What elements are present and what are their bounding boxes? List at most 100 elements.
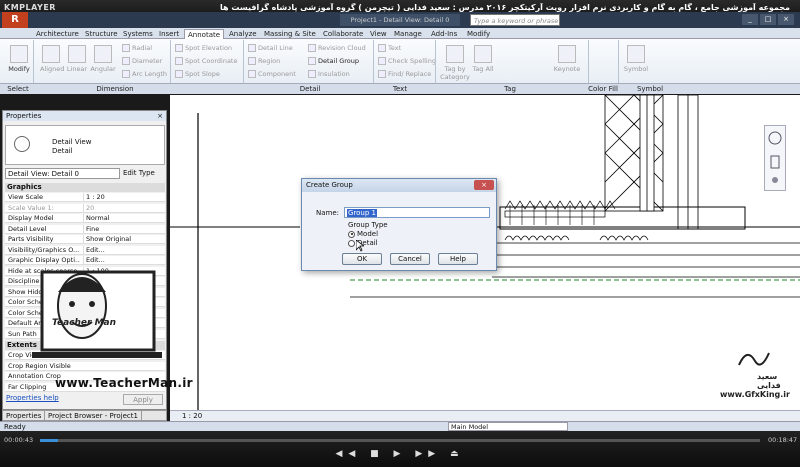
dialog-close-button[interactable]: × <box>474 180 494 190</box>
spot-coordinate-button[interactable]: Spot Coordinate <box>175 57 237 65</box>
tab-add-ins[interactable]: Add-Ins <box>428 29 460 39</box>
modify-button[interactable]: Modify <box>8 45 30 73</box>
check-spelling-button[interactable]: Check Spelling <box>378 57 436 65</box>
find-replace-icon <box>378 70 386 78</box>
tag-by-category-button[interactable]: Tag by Category <box>440 45 470 81</box>
property-row[interactable]: View Scale 1 : 20 <box>5 193 165 203</box>
panel-dimension[interactable]: Dimension <box>80 84 150 95</box>
panel-text[interactable]: Text <box>385 84 415 95</box>
spot-elevation-button[interactable]: Spot Elevation <box>175 44 232 52</box>
search-input[interactable]: Type a keyword or phrase <box>470 14 560 26</box>
tab-massing-site[interactable]: Massing & Site <box>261 29 319 39</box>
tab-collaborate[interactable]: Collaborate <box>320 29 366 39</box>
tab-modify[interactable]: Modify <box>464 29 493 39</box>
panel-color-fill: Color Fill <box>588 85 618 93</box>
property-row[interactable]: Scale Value 1: 20 <box>5 203 165 213</box>
revision-cloud-button[interactable]: Revision Cloud <box>308 44 366 52</box>
application-menu-button[interactable]: R <box>2 12 28 28</box>
angular-dimension-button[interactable]: Angular <box>90 45 116 73</box>
view-scale-label[interactable]: 1 : 20 <box>182 412 202 420</box>
component-button[interactable]: Component <box>248 70 296 78</box>
region-button[interactable]: Region <box>248 57 280 65</box>
tag-icon <box>446 45 464 63</box>
spot-coordinate-icon <box>175 57 183 65</box>
playback-buttons[interactable]: ◀◀ ■ ▶ ▶▶ ⏏ <box>330 449 470 463</box>
radio-selected-icon <box>348 230 355 238</box>
edit-type-button[interactable]: Edit Type <box>123 168 165 179</box>
main-model-selector[interactable]: Main Model <box>448 422 568 431</box>
radial-button[interactable]: Radial <box>122 44 152 52</box>
panel-select[interactable]: Select <box>4 84 32 95</box>
detail-view-icon <box>14 136 30 152</box>
diameter-button[interactable]: Diameter <box>122 57 162 65</box>
type-family: Detail View <box>52 138 92 146</box>
detail-line-button[interactable]: Detail Line <box>248 44 293 52</box>
linear-dimension-icon <box>68 45 86 63</box>
tab-analyze[interactable]: Analyze <box>226 29 260 39</box>
insulation-button[interactable]: Insulation <box>308 70 350 78</box>
close-window-button[interactable]: × <box>778 14 794 25</box>
panel-tag[interactable]: Tag <box>490 84 530 95</box>
symbol-icon <box>627 45 645 63</box>
tab-manage[interactable]: Manage <box>391 29 425 39</box>
minimize-button[interactable]: _ <box>742 14 758 25</box>
property-row[interactable]: Detail Level Fine <box>5 224 165 234</box>
diameter-label: Diameter <box>132 57 163 65</box>
cursor-icon <box>10 45 28 63</box>
property-row[interactable]: Display Model Normal <box>5 214 165 224</box>
seek-progress <box>40 439 58 442</box>
property-value[interactable]: Normal <box>83 214 163 223</box>
region-label: Region <box>258 57 281 65</box>
tab-architecture[interactable]: Architecture <box>33 29 82 39</box>
create-group-dialog: Create Group × Name: Group 1 Group Type … <box>301 178 497 271</box>
spot-slope-button[interactable]: Spot Slope <box>175 70 220 78</box>
help-button[interactable]: Help <box>438 253 478 265</box>
keynote-button[interactable]: Keynote <box>552 45 582 73</box>
component-icon <box>248 70 256 78</box>
cancel-button[interactable]: Cancel <box>390 253 430 265</box>
property-row[interactable]: Parts Visibility Show Original <box>5 235 165 245</box>
group-graphics[interactable]: Graphics <box>5 183 165 192</box>
tab-view[interactable]: View <box>367 29 390 39</box>
group-name-input[interactable]: Group 1 <box>344 207 490 218</box>
type-selector[interactable]: Detail View Detail <box>5 125 165 165</box>
dialog-title: Create Group <box>302 179 496 192</box>
close-icon[interactable]: × <box>157 111 163 121</box>
property-value[interactable]: Show Original <box>83 235 163 244</box>
property-value[interactable]: Fine <box>83 224 163 234</box>
linear-dimension-button[interactable]: Linear <box>66 45 88 73</box>
radial-icon <box>122 44 130 52</box>
arc-length-button[interactable]: Arc Length <box>122 70 167 78</box>
palette-tabs: Properties Project Browser - Project1 <box>2 410 167 421</box>
radio-model[interactable]: Model <box>348 230 378 238</box>
arc-length-icon <box>122 70 130 78</box>
property-value[interactable]: 1 : 20 <box>83 193 163 202</box>
tab-project-browser[interactable]: Project Browser - Project1 <box>45 411 142 421</box>
group-type-label: Group Type <box>348 221 388 229</box>
spelling-icon <box>378 57 386 65</box>
view-control-bar: 1 : 20 <box>170 410 800 421</box>
property-value[interactable]: Edit... <box>83 245 163 255</box>
text-button[interactable]: Text <box>378 44 401 52</box>
instance-selector[interactable]: Detail View: Detail 0 <box>5 168 120 179</box>
angular-dimension-icon <box>94 45 112 63</box>
symbol-button[interactable]: Symbol <box>622 45 650 73</box>
property-row[interactable]: Visibility/Graphics O... Edit... <box>5 245 165 255</box>
tag-all-button[interactable]: Tag All <box>472 45 494 73</box>
tab-systems[interactable]: Systems <box>120 29 156 39</box>
properties-help-link[interactable]: Properties help <box>6 394 59 402</box>
detail-group-button[interactable]: Detail Group <box>308 57 359 65</box>
maximize-button[interactable]: □ <box>760 14 776 25</box>
tab-insert[interactable]: Insert <box>156 29 182 39</box>
apply-button[interactable]: Apply <box>123 394 163 405</box>
navigation-bar[interactable] <box>764 125 786 191</box>
property-value[interactable]: 20 <box>83 203 163 213</box>
aligned-dimension-button[interactable]: Aligned <box>40 45 64 73</box>
tab-structure[interactable]: Structure <box>82 29 121 39</box>
player-controls: 00:00:43 00:18:47 ◀◀ ■ ▶ ▶▶ ⏏ <box>0 431 800 467</box>
ok-button[interactable]: OK <box>342 253 382 265</box>
detail-group-icon <box>308 57 316 65</box>
seek-bar[interactable] <box>40 439 760 442</box>
find-replace-button[interactable]: Find/ Replace <box>378 70 431 78</box>
tab-properties[interactable]: Properties <box>3 411 46 421</box>
